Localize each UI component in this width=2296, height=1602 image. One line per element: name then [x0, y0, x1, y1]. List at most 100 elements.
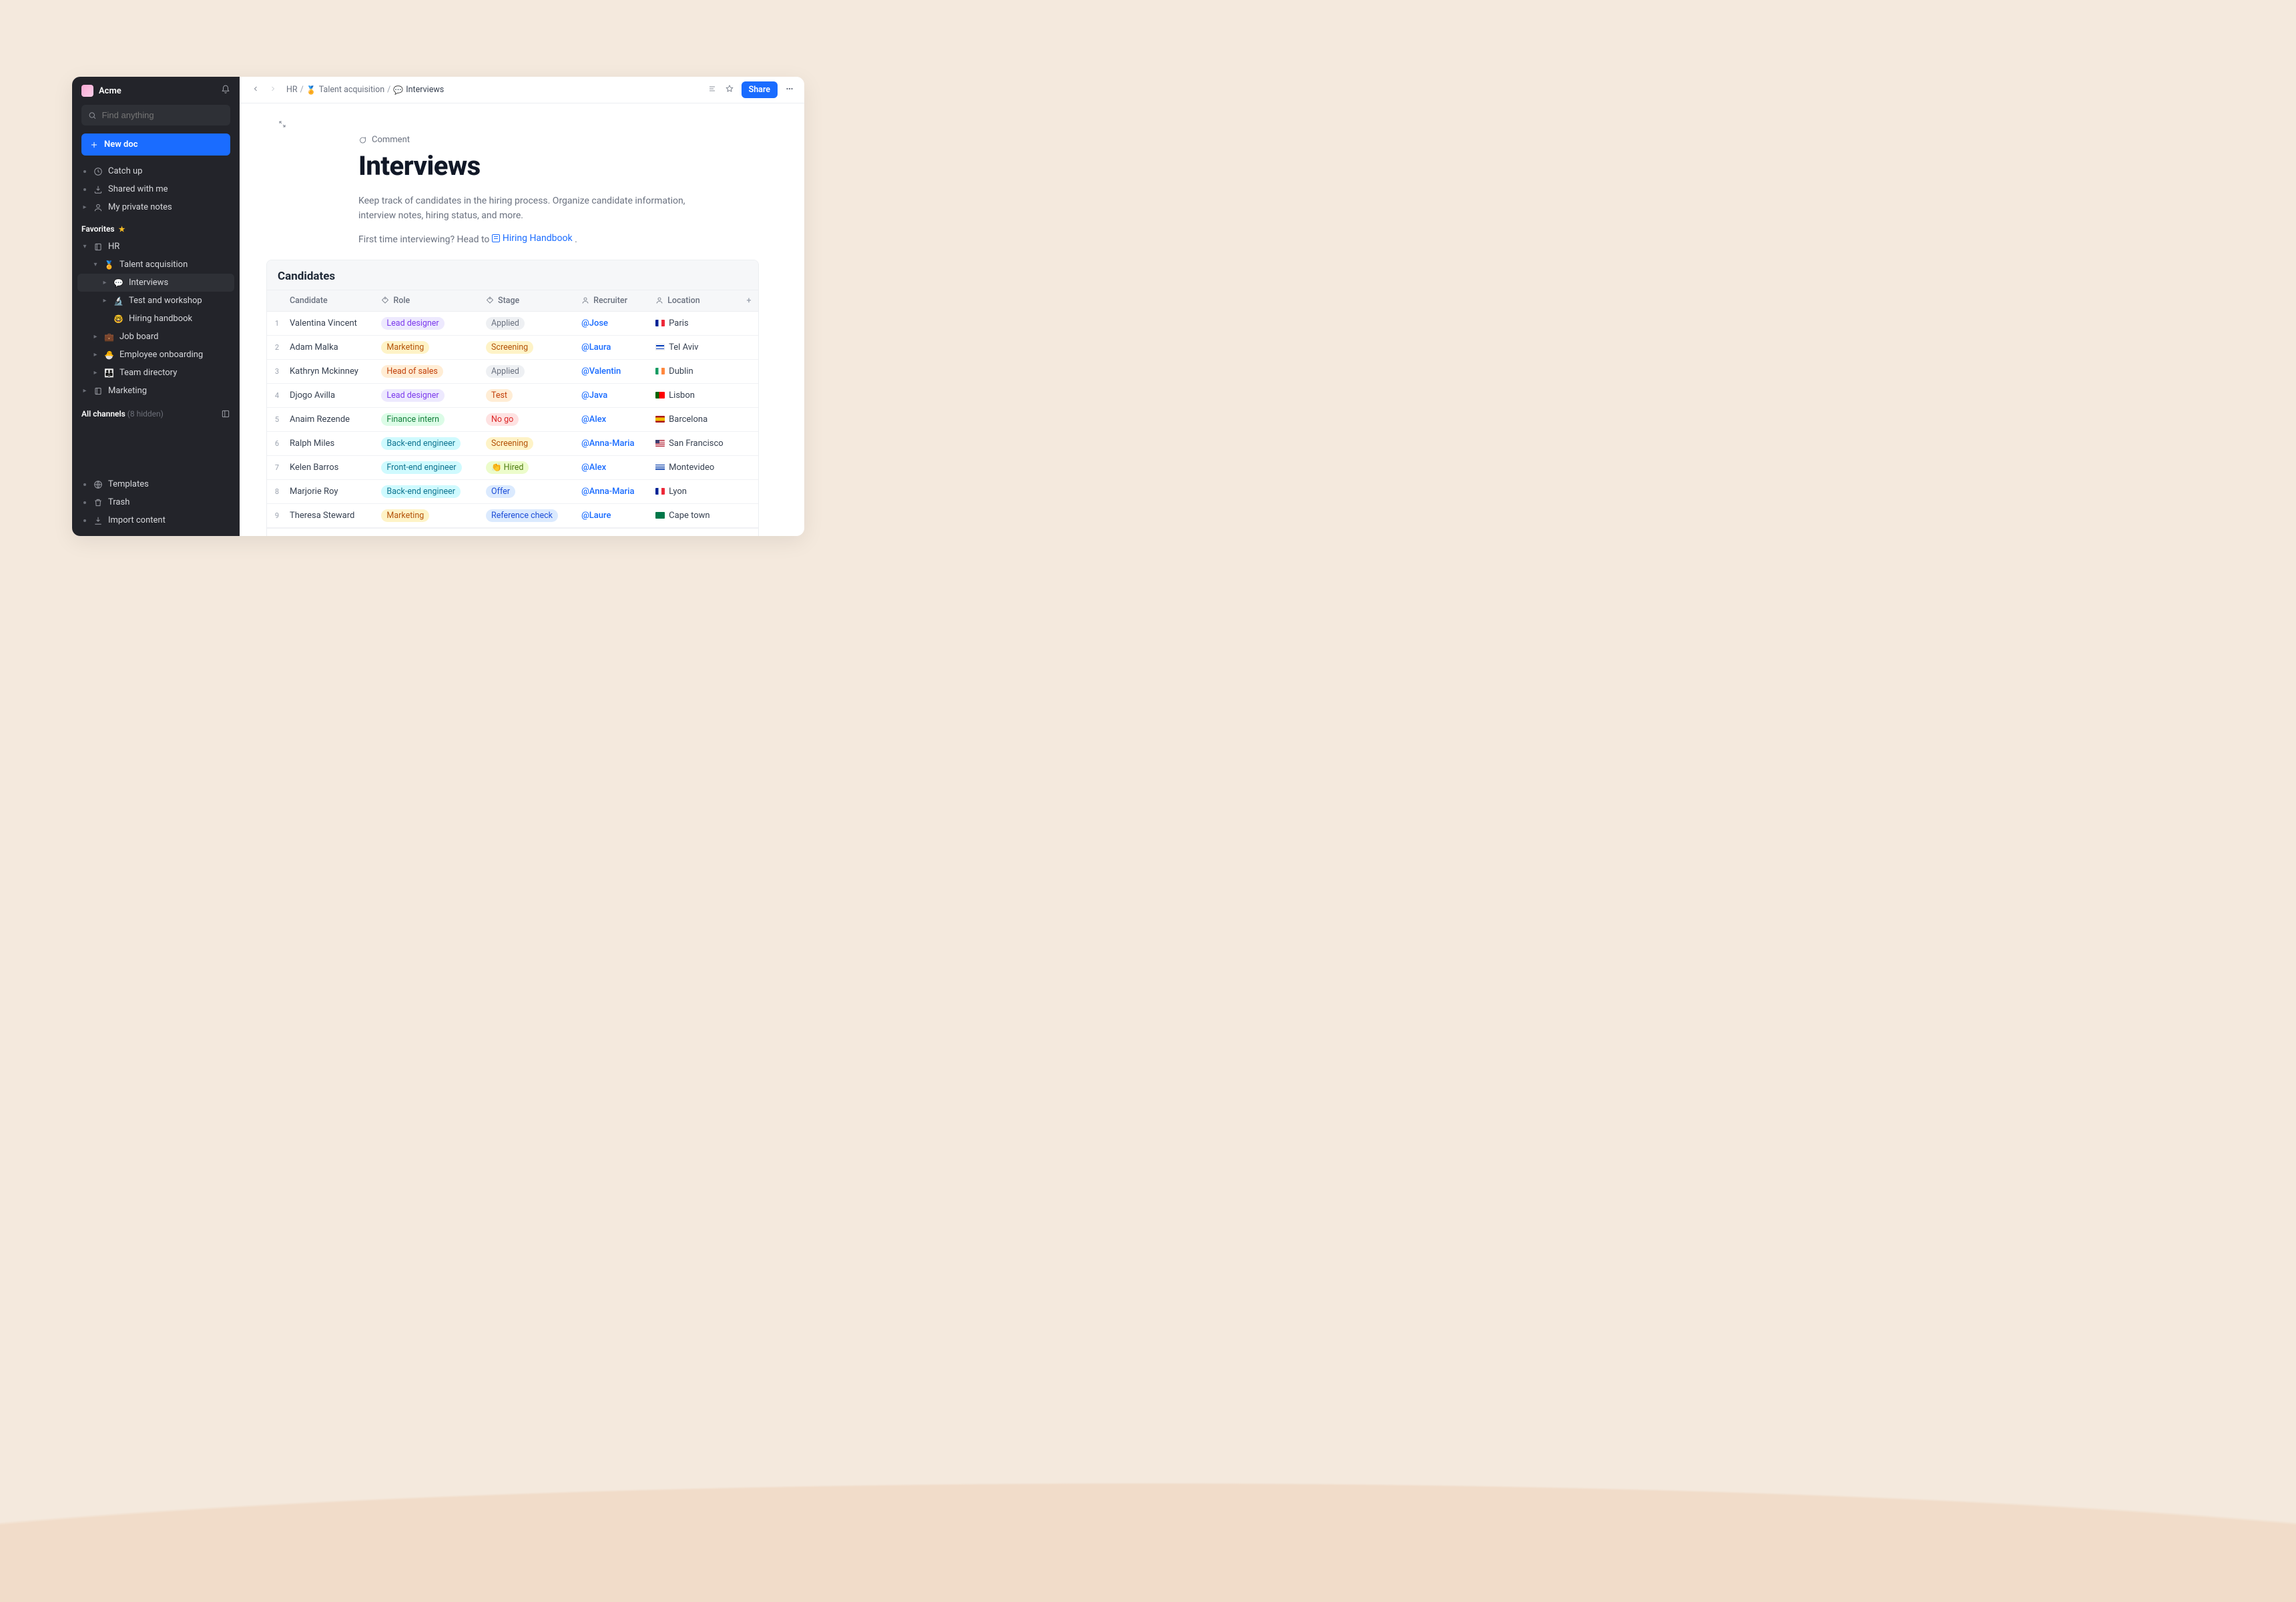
table-row[interactable]: 4Djogo AvillaLead designerTest@JavaLisbo… [267, 383, 758, 407]
breadcrumb-item[interactable]: HR [286, 85, 298, 95]
cell-stage[interactable]: Test [479, 383, 575, 407]
cell-role[interactable]: Head of sales [374, 359, 479, 383]
cell-stage[interactable]: Applied [479, 359, 575, 383]
cell-recruiter[interactable]: @Java [575, 383, 649, 407]
cell-recruiter[interactable]: @Anna-Maria [575, 431, 649, 455]
breadcrumb-item[interactable]: 🏅Talent acquisition [306, 85, 384, 95]
breadcrumb-item-current[interactable]: 💬Interviews [393, 85, 444, 95]
cell-role[interactable]: Lead designer [374, 311, 479, 335]
search-field[interactable] [102, 110, 224, 120]
cell-recruiter[interactable]: @Alex [575, 407, 649, 431]
recruiter-mention[interactable]: @Anna-Maria [581, 439, 634, 449]
cell-role[interactable]: Marketing [374, 503, 479, 527]
more-icon[interactable] [784, 83, 795, 97]
nav-forward-button[interactable] [266, 83, 280, 97]
expand-icon[interactable] [278, 120, 286, 131]
hiring-handbook-link[interactable]: Hiring Handbook [492, 233, 573, 244]
sidebar-item-talent-acquisition[interactable]: ▾ 🏅 Talent acquisition [77, 256, 234, 274]
recruiter-mention[interactable]: @Jose [581, 318, 608, 328]
cell-recruiter[interactable]: @Anna-Maria [575, 479, 649, 503]
table-row[interactable]: 7Kelen BarrosFront-end engineer👏 Hired@A… [267, 455, 758, 479]
sidebar-item-my-private-notes[interactable]: ▸My private notes [77, 198, 234, 216]
cell-recruiter[interactable]: @Alex [575, 455, 649, 479]
col-role[interactable]: Role [374, 290, 479, 311]
cell-role[interactable]: Marketing [374, 335, 479, 359]
cell-stage[interactable]: Reference check [479, 503, 575, 527]
notifications-icon[interactable] [221, 85, 230, 97]
share-button[interactable]: Share [742, 81, 778, 98]
add-column-button[interactable]: + [740, 290, 758, 311]
cell-role[interactable]: Back-end engineer [374, 431, 479, 455]
sidebar-item-employee-onboarding[interactable]: ▸ 🐣 Employee onboarding [77, 346, 234, 364]
sidebar-item-catch-up[interactable]: Catch up [77, 162, 234, 180]
table-row[interactable]: 6Ralph MilesBack-end engineerScreening@A… [267, 431, 758, 455]
cell-role[interactable]: Lead designer [374, 383, 479, 407]
comment-button[interactable]: Comment [358, 135, 766, 145]
cell-candidate[interactable]: Adam Malka [283, 335, 374, 359]
channels-heading[interactable]: All channels (8 hidden) [72, 401, 240, 427]
table-row[interactable]: 3Kathryn MckinneyHead of salesApplied@Va… [267, 359, 758, 383]
sidebar-item-import-content[interactable]: Import content [77, 511, 234, 529]
sidebar-item-interviews[interactable]: ▸ 💬 Interviews [77, 274, 234, 292]
cell-role[interactable]: Finance intern [374, 407, 479, 431]
cell-candidate[interactable]: Djogo Avilla [283, 383, 374, 407]
cell-stage[interactable]: Offer [479, 479, 575, 503]
recruiter-mention[interactable]: @Laura [581, 342, 611, 352]
search-input[interactable] [81, 105, 230, 125]
col-location[interactable]: Location [649, 290, 740, 311]
table-row[interactable]: 5Anaim RezendeFinance internNo go@AlexBa… [267, 407, 758, 431]
cell-stage[interactable]: Screening [479, 431, 575, 455]
favorite-icon[interactable] [724, 83, 735, 97]
table-row[interactable]: 1Valentina VincentLead designerApplied@J… [267, 311, 758, 335]
sidebar-item-shared-with-me[interactable]: Shared with me [77, 180, 234, 198]
cell-candidate[interactable]: Valentina Vincent [283, 311, 374, 335]
cell-role[interactable]: Front-end engineer [374, 455, 479, 479]
cell-location[interactable]: Cape town [649, 503, 740, 527]
sidebar-item-marketing[interactable]: ▸ Marketing [77, 382, 234, 400]
toc-icon[interactable] [707, 83, 718, 97]
new-record-button[interactable]: + New record [267, 528, 758, 536]
cell-candidate[interactable]: Kathryn Mckinney [283, 359, 374, 383]
table-row[interactable]: 8Marjorie RoyBack-end engineerOffer@Anna… [267, 479, 758, 503]
cell-location[interactable]: Montevideo [649, 455, 740, 479]
cell-location[interactable]: Lyon [649, 479, 740, 503]
cell-location[interactable]: Lisbon [649, 383, 740, 407]
cell-candidate[interactable]: Marjorie Roy [283, 479, 374, 503]
cell-candidate[interactable]: Theresa Steward [283, 503, 374, 527]
cell-location[interactable]: Barcelona [649, 407, 740, 431]
sidebar-item-test-workshop[interactable]: ▸ 🔬 Test and workshop [77, 292, 234, 310]
collapse-icon[interactable] [221, 409, 230, 419]
cell-candidate[interactable]: Ralph Miles [283, 431, 374, 455]
cell-location[interactable]: Dublin [649, 359, 740, 383]
cell-recruiter[interactable]: @Laura [575, 335, 649, 359]
table-row[interactable]: 2Adam MalkaMarketingScreening@LauraTel A… [267, 335, 758, 359]
recruiter-mention[interactable]: @Alex [581, 415, 606, 425]
recruiter-mention[interactable]: @Laure [581, 511, 611, 521]
cell-location[interactable]: San Francisco [649, 431, 740, 455]
recruiter-mention[interactable]: @Anna-Maria [581, 487, 634, 497]
cell-stage[interactable]: Screening [479, 335, 575, 359]
nav-back-button[interactable] [249, 83, 262, 97]
sidebar-item-templates[interactable]: Templates [77, 475, 234, 493]
sidebar-item-job-board[interactable]: ▸ 💼 Job board [77, 328, 234, 346]
cell-stage[interactable]: No go [479, 407, 575, 431]
recruiter-mention[interactable]: @Java [581, 390, 607, 400]
new-doc-button[interactable]: New doc [81, 134, 230, 156]
sidebar-item-hiring-handbook[interactable]: ▸ 🤓 Hiring handbook [77, 310, 234, 328]
cell-recruiter[interactable]: @Laure [575, 503, 649, 527]
cell-location[interactable]: Tel Aviv [649, 335, 740, 359]
recruiter-mention[interactable]: @Valentin [581, 366, 621, 376]
table-row[interactable]: 9Theresa StewardMarketingReference check… [267, 503, 758, 527]
recruiter-mention[interactable]: @Alex [581, 463, 606, 473]
sidebar-item-team-directory[interactable]: ▸ 👪 Team directory [77, 364, 234, 382]
cell-stage[interactable]: Applied [479, 311, 575, 335]
col-recruiter[interactable]: Recruiter [575, 290, 649, 311]
sidebar-item-trash[interactable]: Trash [77, 493, 234, 511]
cell-stage[interactable]: 👏 Hired [479, 455, 575, 479]
col-candidate[interactable]: Candidate [283, 290, 374, 311]
cell-recruiter[interactable]: @Valentin [575, 359, 649, 383]
workspace-switcher[interactable]: Acme [81, 85, 121, 97]
cell-candidate[interactable]: Anaim Rezende [283, 407, 374, 431]
col-stage[interactable]: Stage [479, 290, 575, 311]
cell-location[interactable]: Paris [649, 311, 740, 335]
